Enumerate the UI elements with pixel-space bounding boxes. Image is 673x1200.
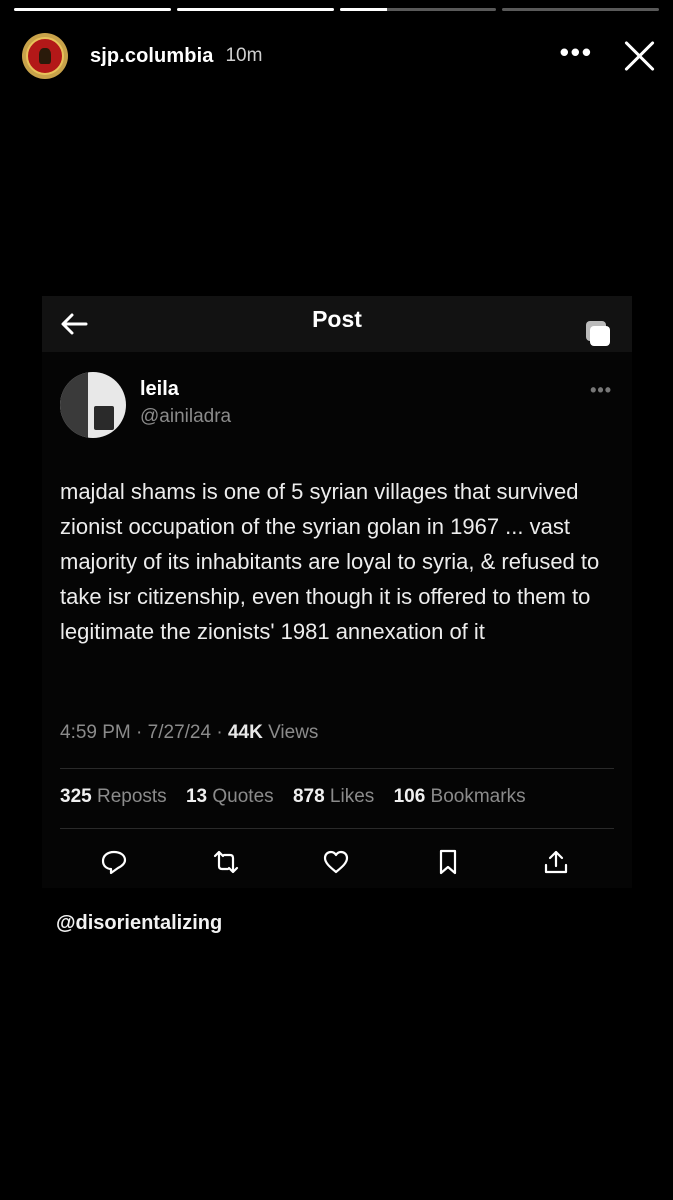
- views-label: Views: [268, 722, 319, 743]
- repost-icon: [213, 850, 239, 874]
- story-progress-bar: [14, 8, 659, 11]
- stat-label: Reposts: [96, 786, 167, 807]
- like-icon: [323, 850, 349, 874]
- stat-reposts: 325 Reposts: [60, 786, 167, 807]
- progress-segment: [14, 8, 171, 11]
- avatar-logo: [26, 37, 64, 75]
- mention-sticker[interactable]: @disorientalizing: [56, 912, 222, 935]
- post-actions: [100, 848, 580, 878]
- layers-icon: [586, 321, 610, 346]
- author-name: leila: [140, 378, 179, 400]
- avatar-shade: [60, 372, 88, 438]
- story-avatar[interactable]: [22, 33, 68, 79]
- views-count: 44K: [227, 722, 263, 743]
- post-stats: 325 Reposts 13 Quotes 878 Likes 106 Book…: [60, 786, 540, 808]
- reply-icon: [101, 850, 127, 875]
- divider: [60, 768, 614, 769]
- stat-label: Bookmarks: [430, 786, 526, 807]
- stat-label: Likes: [329, 786, 375, 807]
- stat-quotes: 13 Quotes: [186, 786, 274, 807]
- stat-count: 13: [185, 786, 208, 807]
- stat-label: Quotes: [212, 786, 274, 807]
- post-meta: 4:59 PM · 7/27/24 · 44K Views: [60, 722, 318, 744]
- progress-segment: [339, 8, 497, 11]
- post-screenshot: Post leila @ainiladra ••• majdal shams i…: [42, 296, 632, 888]
- meta-separator: ·: [216, 722, 223, 743]
- author-avatar: [60, 372, 126, 438]
- post-time: 4:59 PM: [60, 722, 131, 743]
- stat-count: 878: [292, 786, 325, 807]
- post-topbar: Post: [42, 296, 632, 352]
- avatar-object: [94, 406, 114, 430]
- post-body-text: majdal shams is one of 5 syrian villages…: [60, 479, 600, 644]
- bookmark-icon: [439, 849, 457, 875]
- share-icon: [544, 850, 568, 874]
- author-handle: @ainiladra: [140, 406, 232, 427]
- progress-fill: [339, 8, 387, 11]
- progress-segment: [502, 8, 659, 11]
- progress-segment: [176, 8, 334, 11]
- meta-separator: ·: [136, 722, 143, 743]
- story-username[interactable]: sjp.columbia: [90, 45, 213, 68]
- stat-bookmarks: 106 Bookmarks: [394, 786, 526, 807]
- stat-likes: 878 Likes: [293, 786, 374, 807]
- more-options-icon[interactable]: •••: [560, 37, 593, 68]
- stat-count: 106: [393, 786, 426, 807]
- story-timestamp: 10m: [225, 45, 263, 66]
- divider: [60, 828, 614, 829]
- post-more-icon: •••: [590, 380, 612, 400]
- close-icon[interactable]: [621, 38, 657, 74]
- story-header: sjp.columbia 10m •••: [22, 28, 657, 84]
- progress-fill: [14, 8, 171, 11]
- post-header-title: Post: [312, 306, 362, 332]
- stat-count: 325: [60, 786, 92, 807]
- post-date: 7/27/24: [147, 722, 212, 743]
- progress-fill: [176, 8, 334, 11]
